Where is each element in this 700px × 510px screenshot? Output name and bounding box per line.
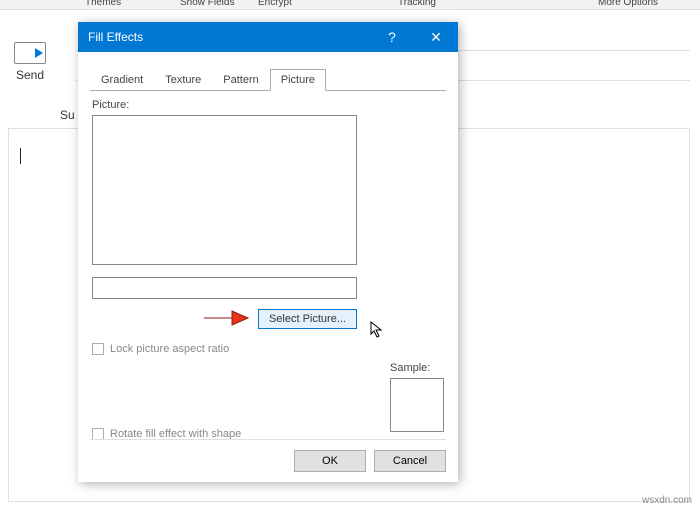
picture-label: Picture: — [92, 99, 444, 111]
send-button[interactable]: Send — [8, 42, 52, 82]
ribbon-group-tracking: Tracking — [398, 0, 436, 8]
dialog-title: Fill Effects — [88, 30, 370, 44]
tab-gradient[interactable]: Gradient — [90, 69, 154, 91]
credit-text: wsxdn.com — [642, 495, 692, 506]
dialog-content: Picture: Select Picture... Lock picture … — [78, 91, 458, 363]
ribbon-group-showfields: Show Fields — [180, 0, 234, 8]
tab-picture[interactable]: Picture — [270, 69, 326, 91]
ok-button[interactable]: OK — [294, 450, 366, 472]
select-picture-button[interactable]: Select Picture... — [258, 309, 357, 329]
ribbon-group-moreoptions: More Options — [598, 0, 658, 8]
ribbon-group-encrypt: Encrypt — [258, 0, 292, 8]
send-label: Send — [8, 68, 52, 82]
picture-preview — [92, 115, 357, 265]
tab-texture[interactable]: Texture — [154, 69, 212, 91]
tab-pattern[interactable]: Pattern — [212, 69, 269, 91]
picture-path-input[interactable] — [92, 277, 357, 299]
subject-label-truncated: Su — [60, 108, 75, 122]
send-icon — [14, 42, 46, 64]
lock-aspect-checkbox[interactable] — [92, 343, 104, 355]
lock-aspect-label: Lock picture aspect ratio — [110, 343, 229, 355]
sample-preview — [390, 378, 444, 432]
close-button[interactable]: ✕ — [414, 22, 458, 52]
ribbon-group-themes: Themes — [85, 0, 121, 8]
fill-effects-dialog: Fill Effects ? ✕ Gradient Texture Patter… — [78, 22, 458, 482]
lock-aspect-row[interactable]: Lock picture aspect ratio — [92, 343, 444, 355]
text-caret — [20, 148, 21, 164]
sample-label: Sample: — [390, 362, 444, 374]
arrow-indicator-icon — [202, 307, 250, 332]
dialog-buttons: OK Cancel — [90, 439, 446, 472]
cancel-button[interactable]: Cancel — [374, 450, 446, 472]
dialog-tabs: Gradient Texture Pattern Picture — [90, 68, 446, 90]
help-button[interactable]: ? — [370, 22, 414, 52]
cursor-icon — [370, 321, 384, 342]
dialog-titlebar[interactable]: Fill Effects ? ✕ — [78, 22, 458, 52]
sample-area: Sample: — [390, 362, 444, 432]
